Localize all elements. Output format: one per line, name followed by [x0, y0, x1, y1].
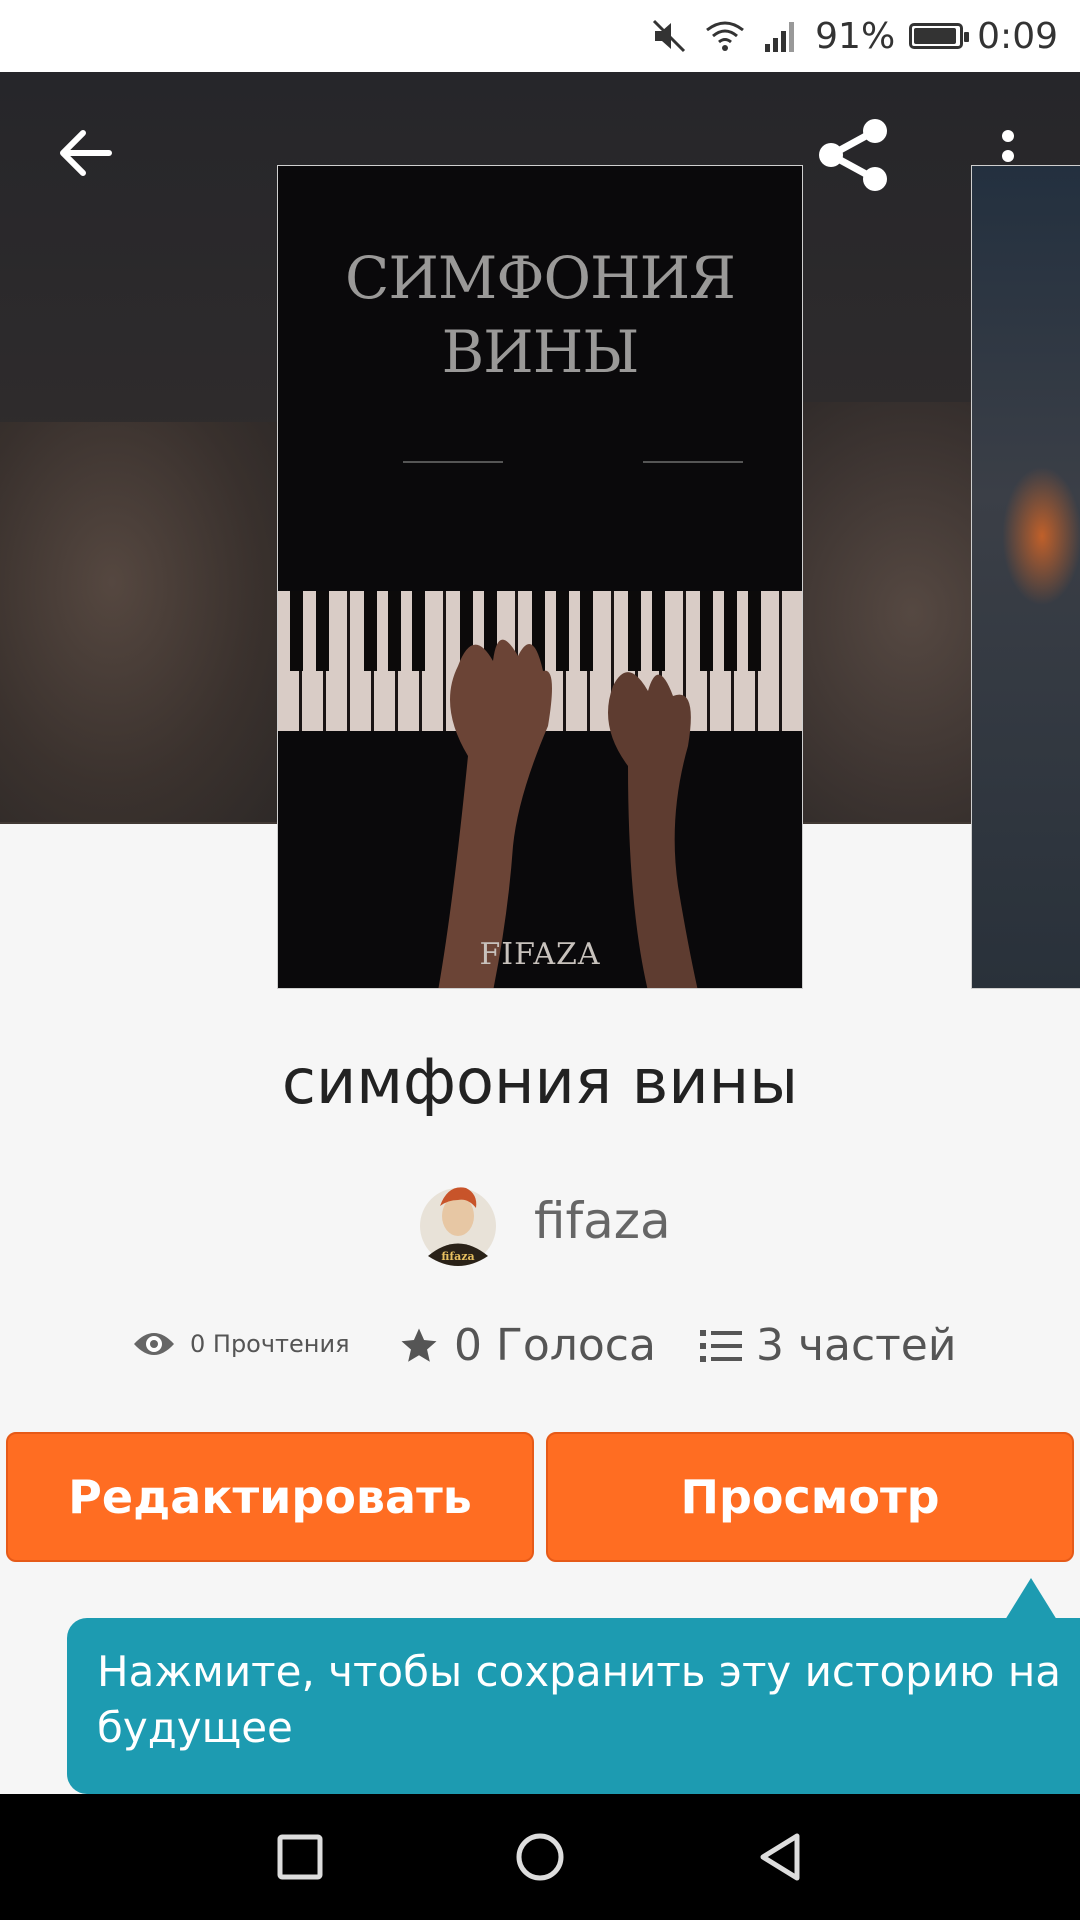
- signal-icon: [765, 22, 795, 52]
- tooltip-arrow: [1005, 1578, 1057, 1620]
- author-row[interactable]: fifaza fifaza: [418, 1176, 671, 1266]
- system-nav-bar: [0, 1794, 1080, 1920]
- clock: 0:09: [977, 15, 1058, 57]
- stat-reads: 0 Прочтения: [132, 1328, 350, 1360]
- next-cover-art: [1002, 466, 1080, 606]
- cover-glint: [403, 461, 503, 463]
- status-bar: 91% 0:09: [0, 0, 1080, 72]
- edit-button[interactable]: Редактировать: [6, 1432, 534, 1562]
- story-title: симфония вины: [281, 1045, 799, 1118]
- recent-apps-icon[interactable]: [275, 1832, 325, 1882]
- story-cover[interactable]: СИМФОНИЯ ВИНЫ FIFAZA: [277, 165, 803, 989]
- status-icons: 91% 0:09: [649, 0, 1058, 72]
- stat-votes: 0 Голоса: [398, 1320, 656, 1371]
- votes-count: 0 Голоса: [454, 1320, 656, 1371]
- cover-glint: [643, 461, 743, 463]
- cover-title-line-1: СИМФОНИЯ: [344, 244, 736, 312]
- share-button[interactable]: [808, 112, 898, 198]
- cover-title-line-2: ВИНЫ: [441, 318, 640, 386]
- story-stats: 0 Прочтения 0 Голоса 3 частей: [0, 1320, 1080, 1390]
- back-button[interactable]: [50, 118, 120, 188]
- view-button[interactable]: Просмотр: [546, 1432, 1074, 1562]
- hands-image: [438, 639, 698, 988]
- list-icon: [700, 1329, 742, 1362]
- battery-icon: [909, 23, 970, 49]
- mute-icon: [653, 19, 686, 53]
- share-icon: [819, 119, 887, 191]
- next-story-cover[interactable]: [971, 165, 1080, 989]
- stat-parts: 3 частей: [700, 1320, 956, 1371]
- author-name[interactable]: fifaza: [534, 1192, 671, 1250]
- cover-title: СИМФОНИЯ ВИНЫ: [278, 241, 802, 389]
- cover-author: FIFAZA: [479, 937, 601, 972]
- avatar-caption: fifaza: [441, 1250, 474, 1263]
- back-nav-icon[interactable]: [755, 1832, 805, 1882]
- battery-percent: 91%: [815, 15, 896, 57]
- eye-icon: [134, 1333, 174, 1355]
- save-story-tooltip[interactable]: Нажмите, чтобы сохранить эту историю на …: [67, 1618, 1080, 1794]
- parts-count: 3 частей: [756, 1320, 957, 1371]
- author-avatar[interactable]: fifaza: [418, 1176, 498, 1266]
- backdrop-blur-left: [0, 422, 280, 822]
- wifi-icon: [706, 21, 745, 51]
- back-arrow-icon: [60, 130, 112, 176]
- star-icon: [401, 1328, 437, 1362]
- home-icon[interactable]: [515, 1832, 565, 1882]
- reads-count: 0 Прочтения: [190, 1330, 350, 1358]
